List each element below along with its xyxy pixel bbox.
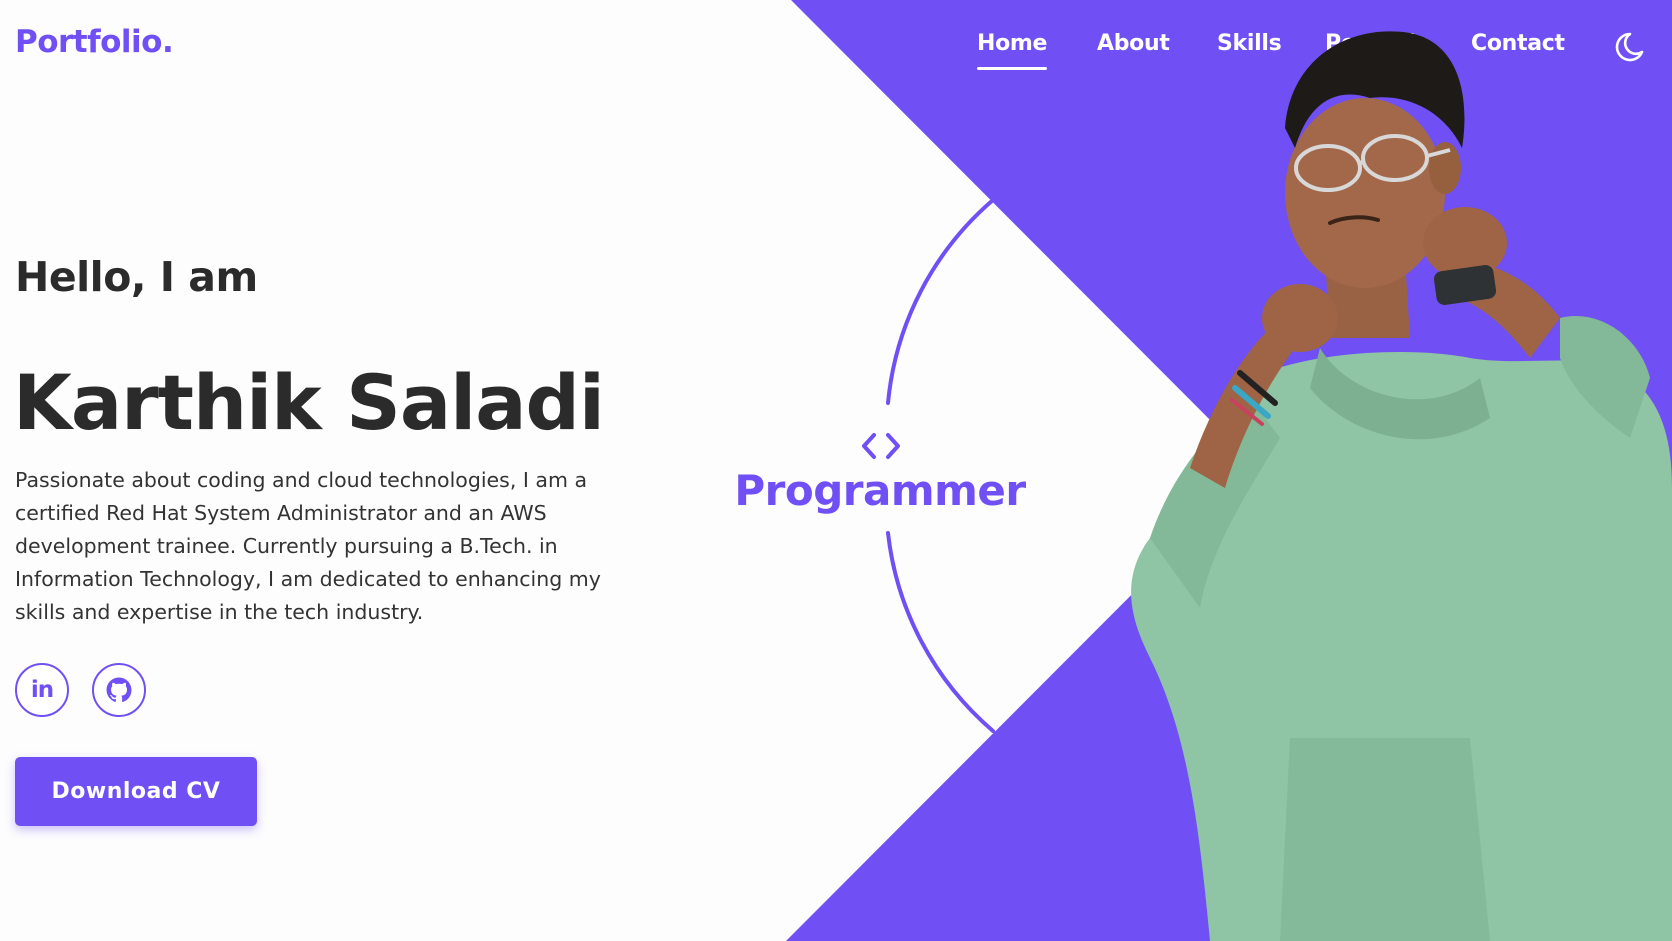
role-label: Programmer [734, 466, 1026, 515]
github-link[interactable] [92, 663, 146, 717]
brand-logo[interactable]: Portfolio. [15, 24, 174, 60]
github-icon [106, 677, 132, 703]
hero-name: Karthik Saladi [13, 358, 605, 447]
code-brackets-icon [862, 433, 900, 459]
linkedin-icon: in [30, 677, 54, 703]
hero-description: Passionate about coding and cloud techno… [15, 468, 601, 624]
hero-greeting: Hello, I am [15, 253, 258, 301]
linkedin-link[interactable]: in [15, 663, 69, 717]
download-cv-button[interactable]: Download CV [15, 757, 257, 826]
nav-item-home[interactable]: Home [977, 31, 1047, 70]
profile-photo [1131, 31, 1672, 941]
